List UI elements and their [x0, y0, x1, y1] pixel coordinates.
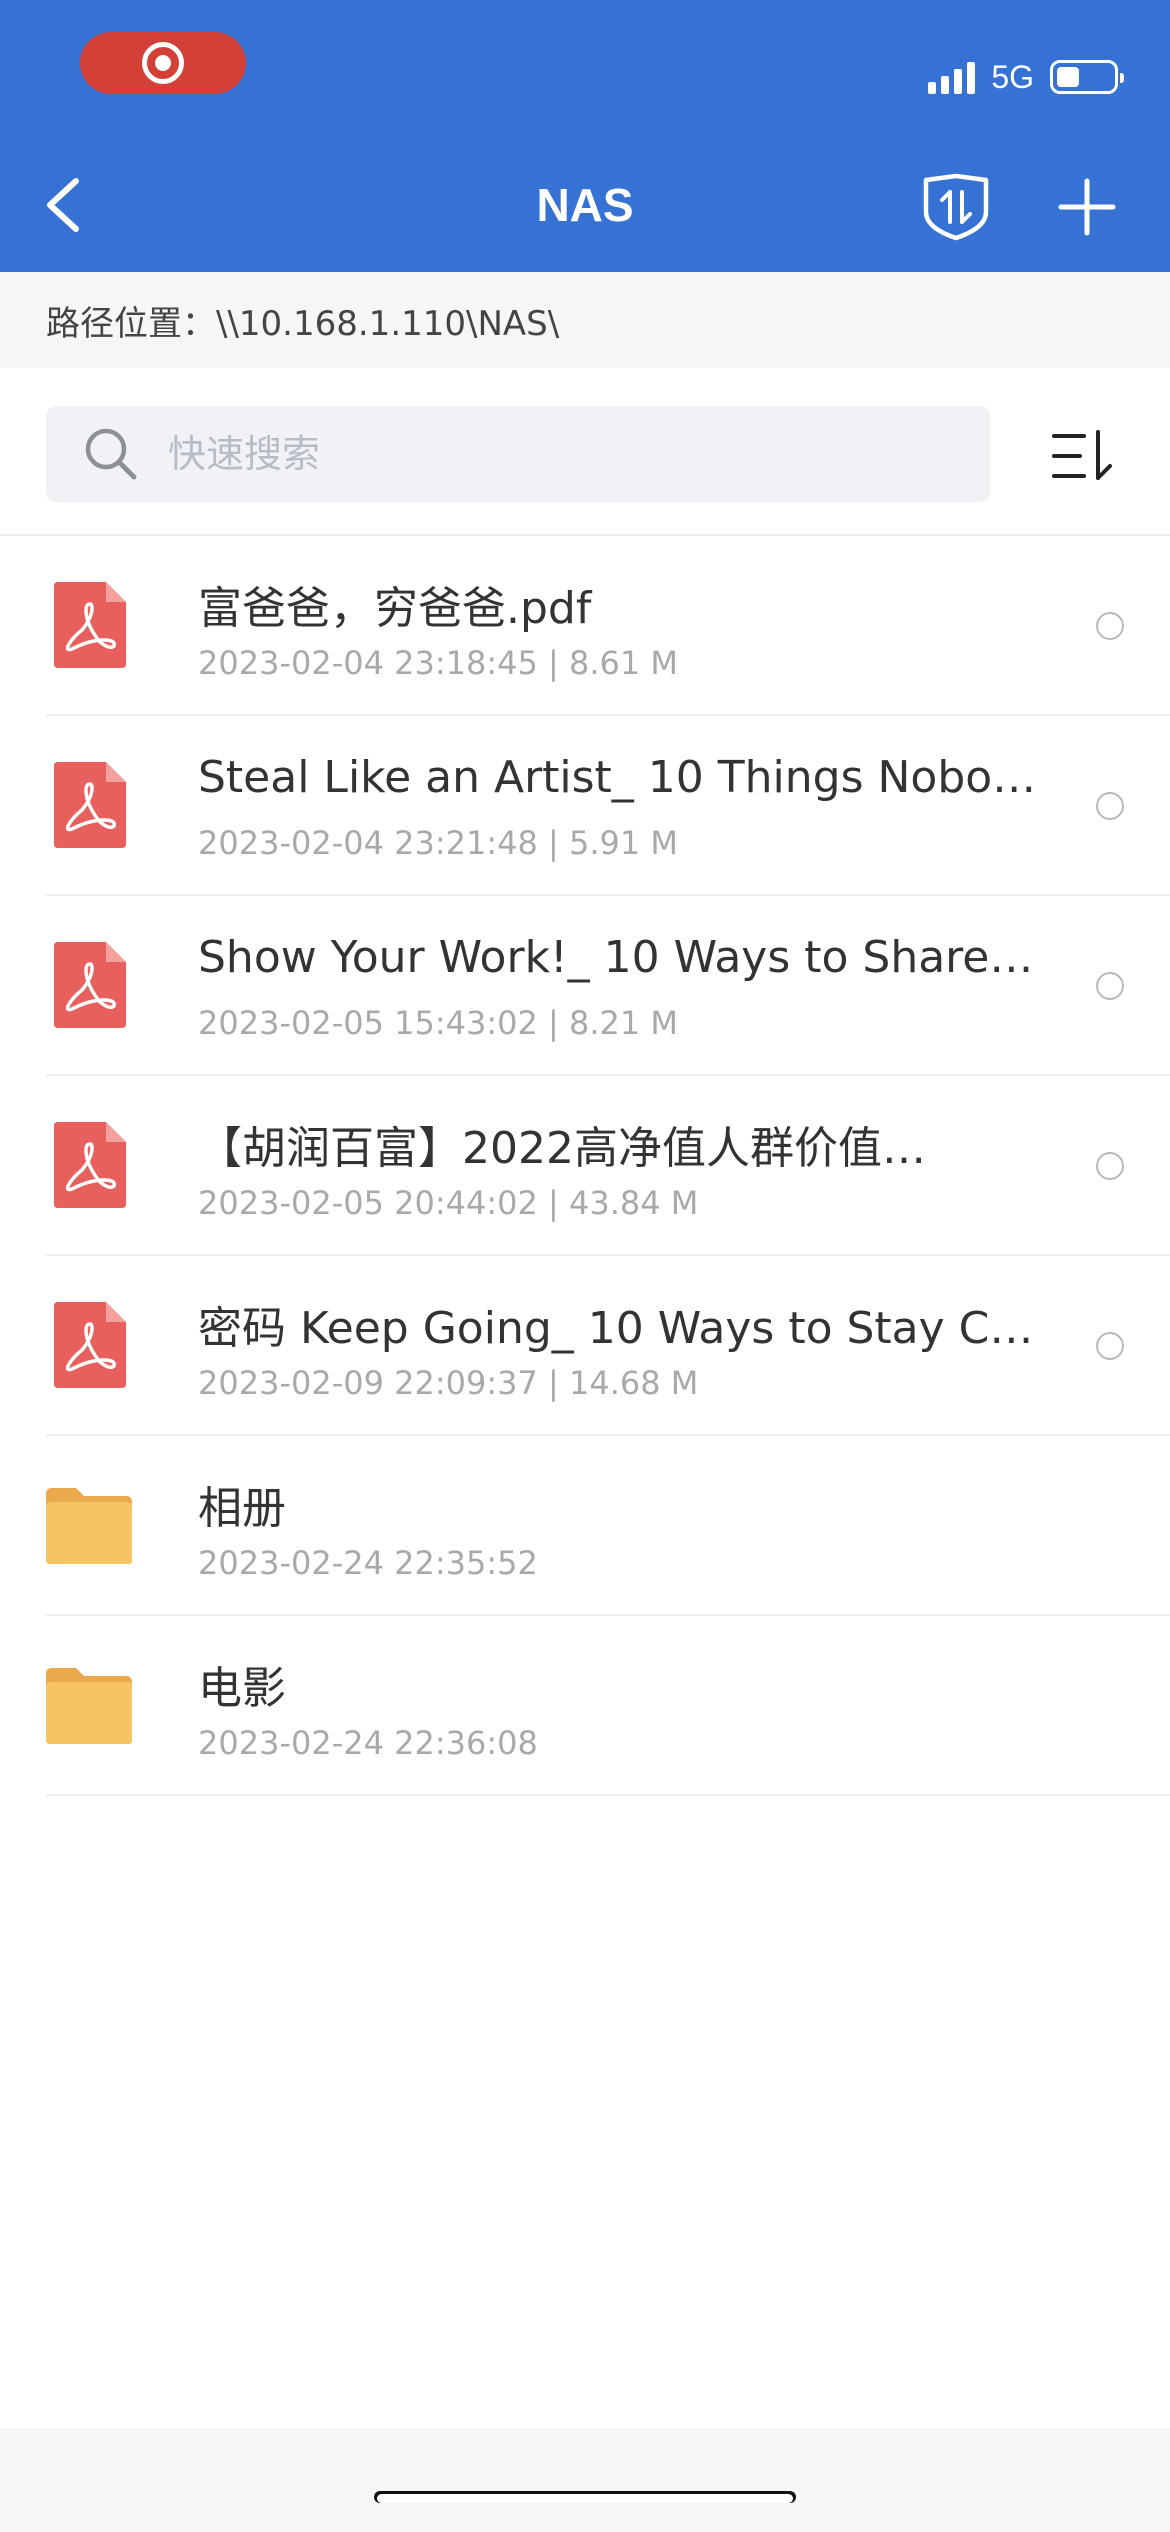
record-icon — [142, 42, 184, 84]
file-meta: 2023-02-05 15:43:02 | 8.21 M — [198, 1004, 679, 1042]
file-name: 密码 Keep Going_ 10 Ways to Stay C… — [198, 1303, 1034, 1354]
nas-file-browser: 5G NAS 路径位置：\\10.168.1.110\NAS\ 快速搜索 富爸爸… — [0, 0, 1170, 2532]
network-type: 5G — [991, 58, 1034, 95]
path-label: 路径位置：\\10.168.1.110\NAS\ — [46, 303, 560, 344]
pdf-file-icon — [54, 942, 126, 1028]
folder-row[interactable]: 相册 2023-02-24 22:35:52 — [46, 1436, 1170, 1616]
search-row — [0, 368, 1170, 536]
plus-icon[interactable] — [1058, 178, 1116, 236]
pdf-file-icon — [54, 1122, 126, 1208]
select-radio[interactable] — [1096, 1332, 1124, 1360]
folder-name: 电影 — [198, 1663, 286, 1714]
search-box[interactable] — [46, 406, 990, 502]
cellular-signal-icon — [928, 60, 976, 94]
file-meta: 2023-02-04 23:18:45 | 8.61 M — [198, 644, 679, 682]
select-radio[interactable] — [1096, 792, 1124, 820]
screen-recording-indicator[interactable] — [80, 32, 246, 94]
battery-level — [1057, 67, 1079, 87]
pdf-file-icon — [54, 762, 126, 848]
folder-row[interactable]: 电影 2023-02-24 22:36:08 — [46, 1616, 1170, 1796]
file-name: Show Your Work!_ 10 Ways to Share… — [198, 932, 1034, 983]
bottom-bar — [0, 2428, 1170, 2532]
folder-meta: 2023-02-24 22:36:08 — [198, 1724, 538, 1762]
file-meta: 2023-02-05 20:44:02 | 43.84 M — [198, 1184, 699, 1222]
file-list: 富爸爸，穷爸爸.pdf 2023-02-04 23:18:45 | 8.61 M… — [0, 536, 1170, 1796]
status-bar-right: 5G — [928, 52, 1124, 102]
file-meta: 2023-02-04 23:21:48 | 5.91 M — [198, 824, 679, 862]
home-indicator[interactable] — [374, 2491, 796, 2503]
shield-transfer-icon[interactable] — [920, 172, 992, 242]
file-name: 富爸爸，穷爸爸.pdf — [198, 583, 592, 634]
path-location: 路径位置：\\10.168.1.110\NAS\ — [0, 272, 1170, 368]
file-row[interactable]: Steal Like an Artist_ 10 Things Nobo… 20… — [46, 716, 1170, 896]
file-row[interactable]: 富爸爸，穷爸爸.pdf 2023-02-04 23:18:45 | 8.61 M — [46, 536, 1170, 716]
folder-icon — [46, 1488, 132, 1564]
select-radio[interactable] — [1096, 972, 1124, 1000]
folder-icon — [46, 1668, 132, 1744]
pdf-file-icon — [54, 582, 126, 668]
search-input[interactable] — [168, 432, 928, 476]
pdf-file-icon — [54, 1302, 126, 1388]
select-radio[interactable] — [1096, 1152, 1124, 1180]
sort-icon[interactable] — [1050, 426, 1116, 486]
select-radio[interactable] — [1096, 612, 1124, 640]
file-row[interactable]: 密码 Keep Going_ 10 Ways to Stay C… 2023-0… — [46, 1256, 1170, 1436]
search-icon — [85, 428, 137, 480]
file-name: 【胡润百富】2022高净值人群价值… — [198, 1123, 926, 1174]
folder-name: 相册 — [198, 1483, 286, 1534]
file-row[interactable]: Show Your Work!_ 10 Ways to Share… 2023-… — [46, 896, 1170, 1076]
file-meta: 2023-02-09 22:09:37 | 14.68 M — [198, 1364, 699, 1402]
battery-icon — [1050, 60, 1124, 94]
page-title: NAS — [536, 179, 634, 231]
file-row[interactable]: 【胡润百富】2022高净值人群价值… 2023-02-05 20:44:02 |… — [46, 1076, 1170, 1256]
file-name: Steal Like an Artist_ 10 Things Nobo… — [198, 752, 1037, 803]
folder-meta: 2023-02-24 22:35:52 — [198, 1544, 538, 1582]
header: 5G NAS — [0, 0, 1170, 272]
